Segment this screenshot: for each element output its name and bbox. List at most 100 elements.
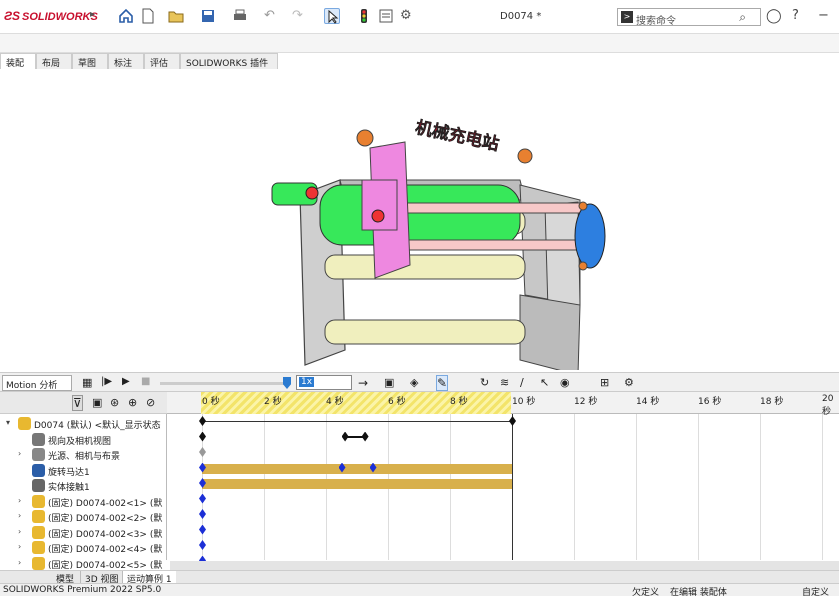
- filter-icon[interactable]: ⊽: [72, 395, 83, 411]
- expand-arrow-icon[interactable]: ›: [18, 558, 21, 567]
- tab-layout[interactable]: 布局: [36, 53, 72, 69]
- assembly-icon: [18, 417, 31, 430]
- contact-timeline-bar[interactable]: [202, 479, 512, 489]
- keyframe-diamond[interactable]: [509, 416, 516, 426]
- tab-evaluate[interactable]: 评估: [144, 53, 180, 69]
- keyframe-diamond[interactable]: [199, 524, 206, 535]
- tab-markup[interactable]: 标注: [108, 53, 144, 69]
- tree-row[interactable]: 视向及相机视图: [0, 432, 167, 447]
- playback-slider-track[interactable]: [160, 382, 290, 385]
- spring-icon[interactable]: ≋: [500, 376, 509, 389]
- contact-icon[interactable]: ◉: [560, 376, 570, 389]
- tree-row[interactable]: › (固定) D0074-002<1> (默: [0, 494, 167, 509]
- heads-up-view-toolbar: [320, 55, 580, 71]
- time-gridline: [636, 414, 637, 560]
- play-from-start-icon[interactable]: |▶: [101, 376, 112, 387]
- status-custom[interactable]: 自定义: [802, 585, 829, 598]
- select-arrow-icon[interactable]: [324, 8, 340, 24]
- tree-row[interactable]: ▾ D0074 (默认) <默认_显示状态: [0, 416, 167, 431]
- help-icon[interactable]: ?: [792, 8, 808, 24]
- expand-arrow-icon[interactable]: ›: [18, 511, 21, 520]
- timeline-panel[interactable]: 0 秒 2 秒 4 秒 6 秒 8 秒 10 秒 12 秒 14 秒 16 秒 18 秒 20 秒: [167, 392, 839, 566]
- save-icon[interactable]: [200, 8, 216, 24]
- end-time-marker[interactable]: [512, 414, 513, 560]
- expand-arrow-icon[interactable]: ›: [18, 449, 21, 458]
- tree-row[interactable]: 旋转马达1: [0, 463, 167, 478]
- part-icon: [32, 525, 45, 539]
- tree-row[interactable]: › (固定) D0074-002<4> (默: [0, 540, 167, 555]
- solidworks-logo[interactable]: ƧS SOLIDWORKS: [4, 9, 98, 23]
- status-version: SOLIDWORKS Premium 2022 SP5.0: [3, 585, 162, 595]
- playback-speed-select[interactable]: 1x: [296, 375, 352, 390]
- user-account-icon[interactable]: ◯: [766, 8, 782, 24]
- tree-row-label: (固定) D0074-002<1> (默: [48, 498, 163, 509]
- results-icon[interactable]: ⊞: [600, 376, 609, 389]
- tab-solidworks-addins[interactable]: SOLIDWORKS 插件: [180, 53, 278, 69]
- motor-icon[interactable]: ↻: [480, 376, 489, 389]
- open-folder-icon[interactable]: [168, 8, 184, 24]
- calculate-icon[interactable]: ▦: [82, 376, 92, 389]
- playback-mode-icon[interactable]: →: [358, 376, 368, 390]
- tree-row[interactable]: 实体接触1: [0, 478, 167, 493]
- time-ruler[interactable]: 0 秒 2 秒 4 秒 6 秒 8 秒 10 秒 12 秒 14 秒 16 秒 18 秒 20 秒: [167, 392, 839, 417]
- command-prompt-icon: >: [621, 11, 633, 23]
- traffic-light-icon[interactable]: [356, 8, 372, 24]
- print-icon[interactable]: [232, 8, 248, 24]
- undo-icon[interactable]: ↶: [264, 8, 280, 24]
- save-animation-icon[interactable]: ▣: [384, 376, 394, 389]
- assembly-timeline-line[interactable]: [202, 421, 512, 422]
- autokey-icon[interactable]: ✎: [436, 375, 449, 391]
- keyframe-diamond[interactable]: [341, 431, 349, 442]
- time-tick-label: 16 秒: [698, 397, 722, 407]
- keyframe-diamond[interactable]: [361, 431, 369, 442]
- study-properties-gear-icon[interactable]: ⚙: [624, 376, 634, 389]
- tree-row[interactable]: › (固定) D0074-002<2> (默: [0, 509, 167, 524]
- search-icon[interactable]: ⌕: [739, 10, 746, 25]
- filter-selected-icon[interactable]: ⊕: [128, 396, 137, 409]
- filter-animated-icon[interactable]: ▣: [92, 396, 102, 409]
- options-gear-icon[interactable]: ⚙: [400, 8, 416, 24]
- keyframe-diamond[interactable]: [199, 431, 206, 442]
- tree-filter-header: ⊽ ▣ ⊛ ⊕ ⊘: [0, 392, 167, 414]
- play-icon[interactable]: ▶: [122, 376, 130, 387]
- playback-slider-thumb[interactable]: [283, 377, 291, 389]
- stop-icon[interactable]: ■: [141, 376, 150, 387]
- tab-sketch[interactable]: 草图: [72, 53, 108, 69]
- keyframe-diamond[interactable]: [199, 509, 206, 519]
- tree-row[interactable]: › (固定) D0074-002<5> (默: [0, 556, 167, 571]
- keyframe-diamond[interactable]: [199, 493, 206, 504]
- tab-assembly[interactable]: 装配体: [0, 53, 36, 82]
- new-document-icon[interactable]: [140, 8, 156, 24]
- lights-icon: [32, 448, 45, 461]
- tree-row[interactable]: › (固定) D0074-002<3> (默: [0, 525, 167, 540]
- expand-arrow-icon[interactable]: ›: [18, 527, 21, 536]
- menu-expand-icon[interactable]: ▸: [90, 9, 95, 20]
- document-title: D0074 *: [500, 11, 542, 22]
- redo-icon[interactable]: ↷: [292, 8, 308, 24]
- command-manager-toolbar: [0, 34, 839, 53]
- bottom-tabs: 模型 3D 视图 运动算例 1: [0, 570, 839, 585]
- expand-arrow-icon[interactable]: ›: [18, 496, 21, 505]
- expand-arrow-icon[interactable]: ▾: [6, 418, 10, 427]
- timeline-horizontal-scrollbar[interactable]: [170, 561, 839, 570]
- keyframe-diamond[interactable]: [199, 447, 206, 457]
- minimize-icon[interactable]: −: [818, 8, 834, 24]
- study-type-select[interactable]: Motion 分析: [2, 375, 72, 391]
- tree-row[interactable]: › 光源、相机与布景: [0, 447, 167, 462]
- filter-results-icon[interactable]: ⊘: [146, 396, 155, 409]
- assembly-model[interactable]: 机械充电站: [0, 70, 839, 376]
- keyframe-diamond[interactable]: [199, 416, 206, 426]
- damper-icon[interactable]: ∕: [520, 376, 524, 389]
- time-tick-label: 4 秒: [326, 397, 344, 407]
- expand-arrow-icon[interactable]: ›: [18, 542, 21, 551]
- animation-wizard-icon[interactable]: ◈: [410, 376, 418, 389]
- filter-driving-icon[interactable]: ⊛: [110, 396, 119, 409]
- file-properties-icon[interactable]: [378, 8, 394, 24]
- motor-timeline-bar[interactable]: [202, 463, 512, 474]
- force-icon[interactable]: ↖: [540, 376, 549, 389]
- graphics-viewport[interactable]: 机械充电站: [0, 70, 839, 376]
- home-icon[interactable]: [118, 8, 134, 24]
- keyframe-diamond[interactable]: [199, 540, 206, 550]
- tree-row-label: (固定) D0074-002<3> (默: [48, 529, 163, 540]
- search-commands-input[interactable]: > 搜索命令 ⌕: [617, 8, 761, 27]
